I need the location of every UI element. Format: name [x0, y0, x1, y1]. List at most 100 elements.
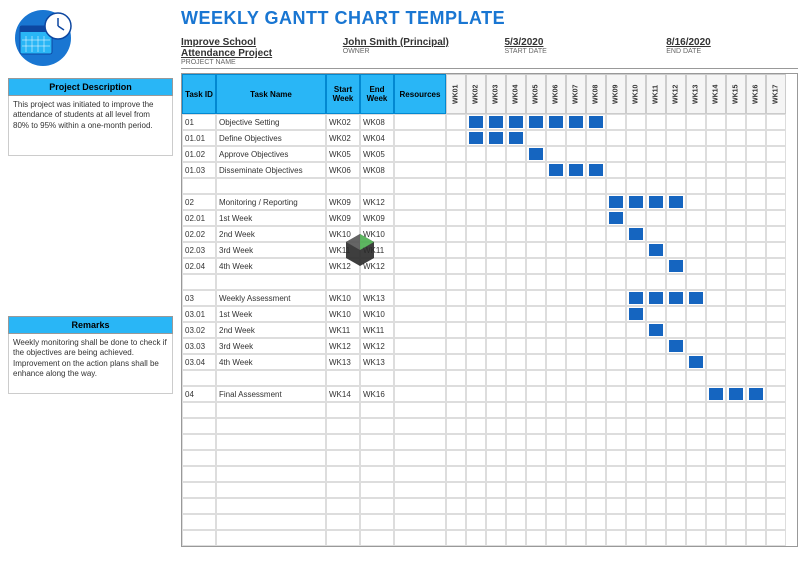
gantt-cell	[706, 130, 726, 146]
meta-row: Improve School Attendance ProjectPROJECT…	[181, 37, 798, 69]
gantt-bar	[669, 292, 683, 304]
gantt-bar	[549, 116, 563, 128]
gantt-cell	[526, 226, 546, 242]
task-name-cell	[216, 482, 326, 498]
task-res-cell	[394, 354, 446, 370]
gantt-cell	[486, 498, 506, 514]
gantt-cell	[606, 530, 626, 546]
gantt-cell	[766, 434, 786, 450]
week-header: WK02	[466, 74, 486, 114]
gantt-cell	[666, 434, 686, 450]
week-header: WK13	[686, 74, 706, 114]
gantt-cell	[646, 258, 666, 274]
gantt-cell	[446, 274, 466, 290]
gantt-cell	[446, 306, 466, 322]
gantt-cell	[486, 242, 506, 258]
task-start-cell: WK14	[326, 386, 360, 402]
gantt-cell	[666, 242, 686, 258]
gantt-cell	[446, 498, 466, 514]
gantt-cell	[506, 146, 526, 162]
task-res-cell	[394, 290, 446, 306]
gantt-cell	[646, 194, 666, 210]
task-id-cell: 01.01	[182, 130, 216, 146]
gantt-cell	[646, 530, 666, 546]
task-res-cell	[394, 322, 446, 338]
gantt-cell	[666, 274, 686, 290]
task-res-cell	[394, 466, 446, 482]
gantt-cell	[526, 210, 546, 226]
gantt-cell	[626, 290, 646, 306]
gantt-cell	[586, 130, 606, 146]
task-id-cell: 03.04	[182, 354, 216, 370]
task-res-cell	[394, 338, 446, 354]
gantt-cell	[766, 306, 786, 322]
task-res-cell	[394, 178, 446, 194]
gantt-cell	[446, 210, 466, 226]
gantt-cell	[706, 370, 726, 386]
gantt-cell	[526, 418, 546, 434]
task-name-cell	[216, 498, 326, 514]
gantt-cell	[586, 370, 606, 386]
gantt-cell	[566, 514, 586, 530]
gantt-cell	[466, 482, 486, 498]
gantt-cell	[766, 274, 786, 290]
gantt-cell	[446, 434, 466, 450]
gantt-cell	[466, 370, 486, 386]
gantt-cell	[726, 466, 746, 482]
task-start-cell: WK02	[326, 130, 360, 146]
gantt-cell	[486, 354, 506, 370]
gantt-cell	[666, 162, 686, 178]
gantt-cell	[506, 354, 526, 370]
gantt-cell	[746, 114, 766, 130]
gantt-cell	[686, 434, 706, 450]
gantt-cell	[746, 434, 766, 450]
task-res-cell	[394, 482, 446, 498]
gantt-cell	[746, 530, 766, 546]
gantt-cell	[506, 194, 526, 210]
gantt-cell	[546, 194, 566, 210]
gantt-cell	[526, 162, 546, 178]
gantt-cell	[726, 226, 746, 242]
gantt-cell	[486, 290, 506, 306]
task-name-cell: 4th Week	[216, 354, 326, 370]
task-id-cell: 02.04	[182, 258, 216, 274]
gantt-cell	[706, 466, 726, 482]
gantt-cell	[646, 114, 666, 130]
gantt-cell	[486, 434, 506, 450]
gantt-bar	[529, 148, 543, 160]
task-name-cell: 1st Week	[216, 210, 326, 226]
gantt-cell	[446, 258, 466, 274]
task-end-cell: WK04	[360, 130, 394, 146]
gantt-cell	[706, 482, 726, 498]
gantt-cell	[506, 418, 526, 434]
gantt-cell	[466, 178, 486, 194]
gantt-cell	[726, 418, 746, 434]
gantt-cell	[626, 210, 646, 226]
gantt-cell	[706, 114, 726, 130]
task-end-cell	[360, 482, 394, 498]
task-res-cell	[394, 114, 446, 130]
gantt-cell	[766, 466, 786, 482]
gantt-cell	[446, 114, 466, 130]
gantt-cell	[446, 146, 466, 162]
gantt-cell	[706, 354, 726, 370]
gantt-cell	[506, 514, 526, 530]
gantt-cell	[566, 306, 586, 322]
gantt-cell	[586, 402, 606, 418]
task-name-cell: 3rd Week	[216, 242, 326, 258]
gantt-cell	[466, 418, 486, 434]
task-end-cell	[360, 418, 394, 434]
task-id-cell: 03.01	[182, 306, 216, 322]
gantt-cell	[726, 242, 746, 258]
gantt-cell	[586, 194, 606, 210]
task-name-cell	[216, 466, 326, 482]
gantt-cell	[746, 242, 766, 258]
gantt-cell	[626, 274, 646, 290]
week-header: WK17	[766, 74, 786, 114]
task-end-cell: WK10	[360, 306, 394, 322]
gantt-cell	[466, 114, 486, 130]
gantt-cell	[466, 210, 486, 226]
task-name-cell: Weekly Assessment	[216, 290, 326, 306]
week-header: WK12	[666, 74, 686, 114]
task-id-cell	[182, 498, 216, 514]
